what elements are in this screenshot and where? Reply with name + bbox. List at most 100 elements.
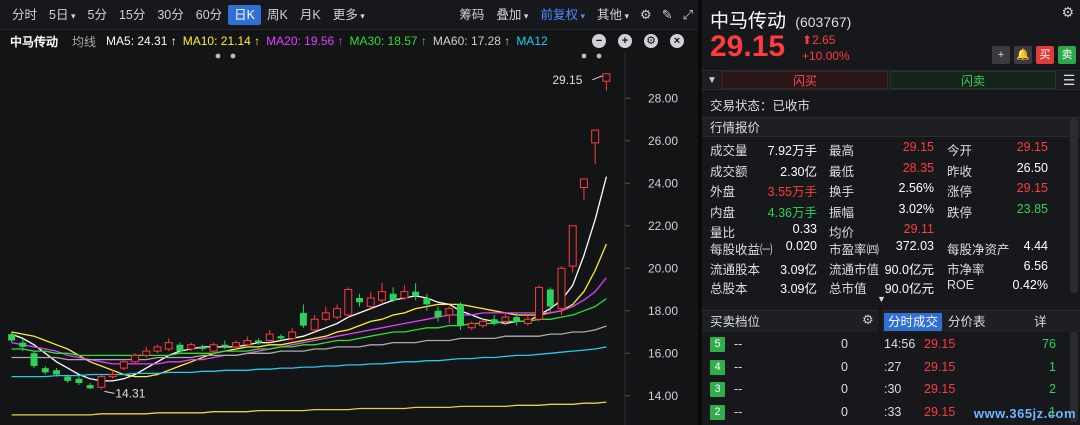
high-pointer bbox=[592, 75, 603, 81]
ma-line-ma30 bbox=[11, 298, 607, 357]
y-tick-label: 14.00 bbox=[648, 389, 678, 403]
tab-15min[interactable]: 15分 bbox=[113, 5, 151, 25]
candle-body bbox=[232, 342, 241, 348]
tab-intraday[interactable]: 分时 bbox=[6, 5, 43, 25]
tab-price-table[interactable]: 分价表 bbox=[944, 313, 990, 331]
chips-button[interactable]: 筹码 bbox=[453, 5, 490, 25]
quote-label: 换手 bbox=[829, 185, 855, 199]
low-price-label: 14.31 bbox=[115, 386, 145, 400]
ma60-label: MA60: 17.28 ↑ bbox=[432, 34, 511, 48]
other-button[interactable]: 其他 bbox=[591, 5, 635, 25]
tab-5day[interactable]: 5日 bbox=[43, 5, 81, 25]
candle-body bbox=[75, 378, 83, 383]
bid-volume: 0 bbox=[841, 337, 848, 351]
fundamentals-label: 总股本 bbox=[710, 282, 748, 296]
orderbook-row[interactable]: 3 -- 0 bbox=[702, 378, 878, 400]
quote-label: 跌停 bbox=[947, 205, 973, 220]
app-window: 分时 5日 5分 15分 30分 60分 日K 周K 月K 更多 筹码 叠加 前… bbox=[0, 0, 1080, 425]
candle-body bbox=[321, 312, 330, 320]
adjust-button[interactable]: 前复权 bbox=[534, 5, 591, 25]
low-pointer bbox=[104, 390, 115, 394]
zoom-out-icon[interactable]: − bbox=[592, 34, 606, 48]
candle-body bbox=[255, 340, 262, 343]
candle-body bbox=[602, 73, 611, 82]
tick-time: :33 bbox=[884, 404, 902, 419]
buy-button[interactable]: 买 bbox=[1036, 46, 1054, 64]
orderbook-row[interactable]: 2 -- 0 bbox=[702, 401, 878, 423]
orderbook-row[interactable]: 5 -- 0 bbox=[702, 333, 878, 355]
bid-volume: 0 bbox=[841, 404, 848, 419]
tab-detail[interactable]: 详 bbox=[1030, 313, 1051, 331]
tab-daily-k[interactable]: 日K bbox=[228, 4, 262, 25]
tab-weekly-k[interactable]: 周K bbox=[261, 5, 294, 25]
indicator-select[interactable]: 均线 bbox=[72, 33, 96, 50]
ma20-label: MA20: 19.56 ↑ bbox=[266, 34, 344, 48]
flash-sell-button[interactable]: 闪卖 bbox=[890, 71, 1056, 89]
quote-value: 4.36万手 bbox=[767, 205, 817, 220]
ma-line-yellow-long bbox=[11, 401, 607, 416]
tab-more[interactable]: 更多 bbox=[327, 5, 371, 25]
candle-body bbox=[19, 342, 27, 347]
zoom-in-icon[interactable]: + bbox=[618, 34, 632, 48]
tick-time: :27 bbox=[884, 359, 902, 374]
y-tick-label: 16.00 bbox=[648, 346, 678, 360]
menu-icon[interactable]: ☰ bbox=[1058, 72, 1080, 89]
fullscreen-icon[interactable]: ⤢ bbox=[678, 7, 698, 23]
stock-title: 中马传动 (603767) bbox=[710, 6, 851, 33]
overlay-button[interactable]: 叠加 bbox=[490, 5, 534, 25]
tab-monthly-k[interactable]: 月K bbox=[294, 5, 327, 25]
flash-buy-button[interactable]: 闪买 bbox=[722, 71, 888, 89]
quote-scrollbar[interactable] bbox=[1070, 118, 1078, 293]
settings-icon[interactable]: ⚙ bbox=[635, 7, 657, 23]
candle-body bbox=[535, 286, 544, 320]
quote-label: 成交量 bbox=[710, 144, 748, 158]
candle-body bbox=[513, 317, 521, 322]
quote-row: 内盘 4.36万手 振幅 3.02% 跌停 23.85 bbox=[702, 200, 1054, 220]
candle-body bbox=[389, 293, 397, 301]
bid-level-badge: 2 bbox=[710, 404, 725, 420]
settings-icon[interactable]: ⚙ bbox=[862, 312, 874, 328]
tab-ticks[interactable]: 分时成交 bbox=[884, 313, 943, 331]
trade-status: 交易状态：已收市 bbox=[710, 99, 811, 113]
draw-pen-icon[interactable]: ✎ bbox=[657, 7, 678, 23]
bid-price: -- bbox=[734, 359, 743, 374]
kline-chart[interactable]: 28.00 26.00 24.00 22.00 20.00 18.00 16.00 14.00… bbox=[0, 52, 698, 425]
y-tick-label: 18.00 bbox=[648, 304, 678, 318]
ticks-tabs: 分时成交 分价表 详 bbox=[882, 310, 1080, 332]
candle-body bbox=[501, 316, 510, 322]
tab-5min[interactable]: 5分 bbox=[82, 5, 113, 25]
fundamentals-row: 总股本 3.09亿 总市值 90.0亿元 ROE 0.42% bbox=[702, 276, 1054, 296]
sell-button[interactable]: 卖 bbox=[1058, 46, 1076, 64]
fundamentals-value: 0.42% bbox=[1012, 278, 1048, 292]
tab-60min[interactable]: 60分 bbox=[190, 5, 228, 25]
quote-label: 涨停 bbox=[947, 185, 973, 199]
quote-label: 内盘 bbox=[710, 205, 736, 220]
candle-body bbox=[164, 342, 173, 350]
close-icon[interactable]: × bbox=[670, 34, 684, 48]
ma-line-ma60 bbox=[11, 325, 607, 361]
settings-icon[interactable]: ⚙ bbox=[644, 34, 658, 48]
quote-value: 2.30亿 bbox=[780, 164, 817, 179]
tick-price: 29.15 bbox=[924, 337, 956, 351]
candle-body bbox=[86, 385, 94, 389]
add-watchlist-button[interactable]: + bbox=[992, 46, 1010, 64]
candle-body bbox=[467, 323, 476, 329]
ma-legend: 中马传动 均线 MA5: 24.31 ↑ MA10: 21.14 ↑ MA20:… bbox=[0, 30, 698, 52]
candle-body bbox=[333, 308, 342, 318]
stock-code: (603767) bbox=[795, 14, 852, 30]
candle-body bbox=[142, 350, 151, 356]
event-marker-dot bbox=[596, 53, 602, 59]
fundamentals-value: 6.56 bbox=[1023, 258, 1048, 273]
collapse-icon[interactable]: ▼ bbox=[702, 75, 722, 86]
candle-body bbox=[8, 334, 16, 341]
tab-30min[interactable]: 30分 bbox=[151, 5, 189, 25]
settings-icon[interactable]: ⚙ bbox=[1061, 4, 1074, 21]
last-price: 29.15 bbox=[710, 30, 786, 63]
tick-volume: 2 bbox=[1049, 382, 1056, 396]
alert-bell-icon[interactable]: 🔔 bbox=[1014, 46, 1032, 64]
quote-row: 成交额 2.30亿 最低 28.35 昨收 26.50 bbox=[702, 159, 1054, 179]
orderbook-row[interactable]: 4 -- 0 bbox=[702, 356, 878, 378]
change-value: 2.65 bbox=[812, 33, 836, 47]
candle-body bbox=[176, 344, 184, 352]
expand-chevron-icon[interactable]: ▼ bbox=[877, 294, 886, 304]
